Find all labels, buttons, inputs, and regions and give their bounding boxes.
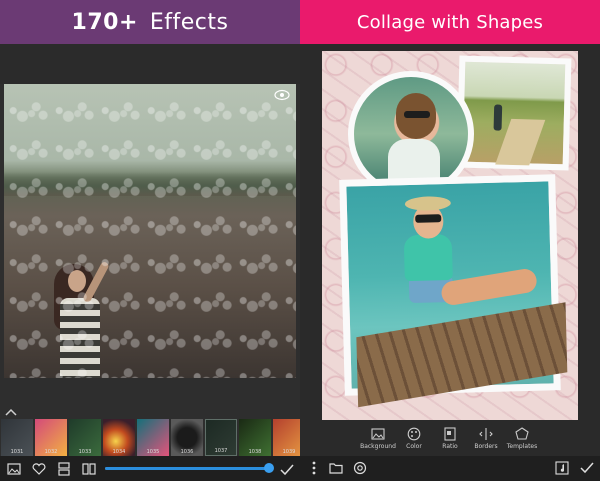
effect-thumbnail-label: 1038 <box>248 449 262 455</box>
effects-count: 170+ <box>71 9 138 35</box>
collage-banner: Collage with Shapes <box>300 0 600 44</box>
walking-person <box>493 104 503 131</box>
rain-drops-overlay <box>4 84 296 378</box>
effect-thumbnail-label: 1034 <box>112 449 126 455</box>
slider-knob[interactable] <box>264 463 274 473</box>
eye-icon[interactable] <box>273 88 291 102</box>
collage-toolbar <box>300 456 600 481</box>
more-vert-icon[interactable] <box>306 460 322 476</box>
road-path <box>495 118 546 166</box>
subject-hat <box>404 195 452 212</box>
chevron-up-icon[interactable] <box>4 402 18 416</box>
collage-screen: Collage with Shapes Background Color Rat… <box>300 0 600 481</box>
music-icon[interactable] <box>554 460 570 476</box>
folder-icon[interactable] <box>328 460 344 476</box>
check-icon[interactable] <box>579 460 595 476</box>
effects-label: Effects <box>149 9 229 35</box>
effect-thumbnail[interactable]: 1038 <box>239 419 271 456</box>
subject-top <box>403 233 453 282</box>
wooden-dock <box>356 302 568 408</box>
check-icon[interactable] <box>280 461 296 476</box>
collage-photo-dock[interactable] <box>339 174 568 408</box>
tool-label: Templates <box>506 443 538 450</box>
canvas-margin <box>0 44 300 84</box>
split-icon[interactable] <box>78 458 100 480</box>
effect-thumbnail[interactable]: 1035 <box>137 419 169 456</box>
templates-icon <box>515 426 529 440</box>
effect-thumbnail-label: 1037 <box>214 448 228 454</box>
heart-icon[interactable] <box>28 458 50 480</box>
camera-icon[interactable] <box>352 460 368 476</box>
effects-banner: 170+ Effects <box>0 0 300 44</box>
effect-thumbnail[interactable]: 1031 <box>1 419 33 456</box>
effect-thumbnail-label: 1031 <box>10 449 24 455</box>
subject-sunglasses <box>415 214 442 223</box>
effect-thumbnail-label: 1035 <box>146 449 160 455</box>
effect-thumbnail-label: 1032 <box>44 449 58 455</box>
gallery-icon[interactable] <box>3 458 25 480</box>
effect-thumbnail-selected[interactable]: 1037 <box>205 419 237 456</box>
collage-canvas[interactable] <box>322 51 578 420</box>
effect-thumbnail-strip: 1031 1032 1033 1034 1035 1036 1037 1038 … <box>0 419 305 456</box>
subject-legs <box>439 267 539 307</box>
effect-thumbnail-label: 1033 <box>78 449 92 455</box>
effect-thumbnail-label: 1036 <box>180 449 194 455</box>
collage-photo-road[interactable] <box>456 55 572 171</box>
effect-thumbnail[interactable]: 1032 <box>35 419 67 456</box>
effect-thumbnail[interactable]: 1034 <box>103 419 135 456</box>
slider-fill <box>105 467 269 470</box>
effect-preview-photo[interactable] <box>4 84 296 378</box>
effect-thumbnail[interactable]: 1033 <box>69 419 101 456</box>
compare-icon[interactable] <box>53 458 75 480</box>
tool-templates[interactable]: Templates <box>497 426 547 450</box>
effect-thumbnail[interactable]: 1036 <box>171 419 203 456</box>
collage-tools: Background Color Ratio Borders Templates <box>300 420 600 456</box>
app-screenshot: 170+ Effects 1031 1032 1033 1034 1035 10… <box>0 0 600 481</box>
ratio-icon <box>443 426 457 441</box>
palette-icon <box>407 426 421 441</box>
effects-screen: 170+ Effects 1031 1032 1033 1034 1035 10… <box>0 0 305 481</box>
subject-sunglasses <box>404 111 430 118</box>
borders-icon <box>479 426 493 440</box>
effect-intensity-slider[interactable] <box>105 463 274 473</box>
image-icon <box>371 426 385 440</box>
